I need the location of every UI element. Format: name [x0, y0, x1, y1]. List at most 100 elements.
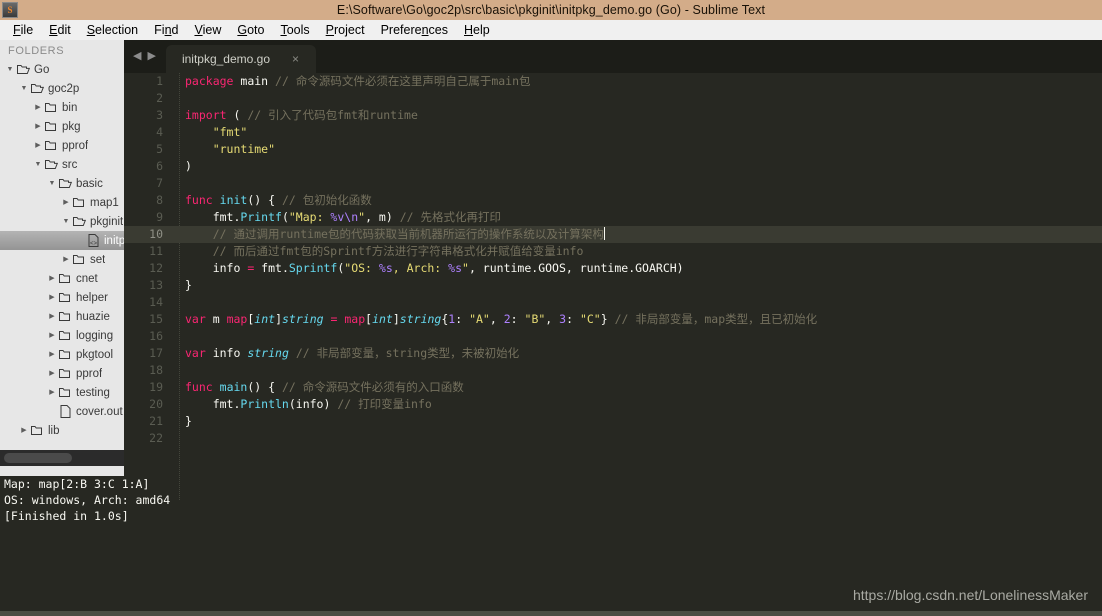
- code-content[interactable]: package main // 命令源码文件必须在这里声明自己属于main包 i…: [171, 73, 1102, 500]
- code-line[interactable]: info = fmt.Sprintf("OS: %s, Arch: %s", r…: [171, 260, 1102, 277]
- chevron-right-icon[interactable]: [60, 256, 72, 263]
- scrollbar-thumb[interactable]: [4, 453, 72, 463]
- code-line[interactable]: ): [171, 158, 1102, 175]
- code-line[interactable]: [171, 175, 1102, 192]
- tree-item-set[interactable]: set: [0, 250, 124, 269]
- menu-bar: File Edit Selection Find View Goto Tools Projec…: [0, 20, 1102, 40]
- tree-item-huazie[interactable]: huazie: [0, 307, 124, 326]
- tree-item-testing[interactable]: testing: [0, 383, 124, 402]
- code-line[interactable]: [171, 430, 1102, 447]
- chevron-right-icon[interactable]: [46, 351, 58, 358]
- menu-find[interactable]: Find: [146, 22, 186, 38]
- code-line[interactable]: "runtime": [171, 141, 1102, 158]
- tree-item-label: logging: [76, 329, 114, 342]
- chevron-right-icon[interactable]: [46, 313, 58, 320]
- code-line[interactable]: [171, 328, 1102, 345]
- menu-file[interactable]: File: [5, 22, 41, 38]
- tree-item-pkgtool[interactable]: pkgtool: [0, 345, 124, 364]
- folder-closed-icon: [44, 140, 59, 151]
- folder-open-icon: [44, 159, 59, 170]
- token-str: "B": [524, 312, 546, 326]
- code-line[interactable]: [171, 362, 1102, 379]
- tree-item-go[interactable]: Go: [0, 60, 124, 79]
- tab-initpkg-demo[interactable]: initpkg_demo.go ×: [165, 45, 316, 73]
- chevron-right-icon[interactable]: [32, 142, 44, 149]
- code-line[interactable]: }: [171, 277, 1102, 294]
- tree-item-label: pkg: [62, 120, 81, 133]
- tree-item-bin[interactable]: bin: [0, 98, 124, 117]
- tree-item-map1[interactable]: map1: [0, 193, 124, 212]
- code-line[interactable]: package main // 命令源码文件必须在这里声明自己属于main包: [171, 73, 1102, 90]
- tree-item-pkginit[interactable]: pkginit: [0, 212, 124, 231]
- watermark: https://blog.csdn.net/LonelinessMaker: [852, 587, 1088, 603]
- token-plain: ,: [545, 312, 560, 326]
- token-cmt: // 包初始化函数: [281, 193, 372, 207]
- code-line[interactable]: // 而后通过fmt包的Sprintf方法进行字符串格式化并赋值给变量info: [171, 243, 1102, 260]
- token-kw: map: [344, 312, 366, 326]
- chevron-right-icon[interactable]: [32, 123, 44, 130]
- tree-item-pprof[interactable]: pprof: [0, 136, 124, 155]
- chevron-down-icon[interactable]: [46, 180, 58, 187]
- chevron-right-icon[interactable]: [46, 332, 58, 339]
- tree-item-label: cover.out: [76, 405, 123, 418]
- menu-view[interactable]: View: [186, 22, 229, 38]
- next-tab-icon[interactable]: ▶: [144, 51, 158, 62]
- tree-item-cnet[interactable]: cnet: [0, 269, 124, 288]
- menu-tools[interactable]: Tools: [272, 22, 317, 38]
- menu-help[interactable]: Help: [456, 22, 498, 38]
- chevron-right-icon[interactable]: [46, 389, 58, 396]
- prev-tab-icon[interactable]: ◀: [130, 51, 144, 62]
- chevron-right-icon[interactable]: [60, 199, 72, 206]
- token-plain: ]: [392, 312, 400, 326]
- chevron-down-icon[interactable]: [60, 218, 72, 225]
- menu-edit[interactable]: Edit: [41, 22, 79, 38]
- menu-project[interactable]: Project: [318, 22, 373, 38]
- tree-item-helper[interactable]: helper: [0, 288, 124, 307]
- line-number: 19: [149, 380, 163, 394]
- code-line[interactable]: var m map[int]string = map[int]string{1:…: [171, 311, 1102, 328]
- chevron-right-icon[interactable]: [46, 370, 58, 377]
- code-line[interactable]: func init() { // 包初始化函数: [171, 192, 1102, 209]
- chevron-right-icon[interactable]: [46, 294, 58, 301]
- tree-item-lib[interactable]: lib: [0, 421, 124, 440]
- close-icon[interactable]: ×: [292, 53, 299, 65]
- code-line[interactable]: "fmt": [171, 124, 1102, 141]
- chevron-down-icon[interactable]: [18, 85, 30, 92]
- code-line[interactable]: import ( // 引入了代码包fmt和runtime: [171, 107, 1102, 124]
- sidebar-horizontal-scrollbar[interactable]: [0, 450, 124, 466]
- token-cmt: // 先格式化再打印: [399, 210, 501, 224]
- tree-item-goc2p[interactable]: goc2p: [0, 79, 124, 98]
- code-line[interactable]: func main() { // 命令源码文件必须有的入口函数: [171, 379, 1102, 396]
- code-line[interactable]: fmt.Println(info) // 打印变量info: [171, 396, 1102, 413]
- tree-item-basic[interactable]: basic: [0, 174, 124, 193]
- chevron-right-icon[interactable]: [32, 104, 44, 111]
- menu-selection[interactable]: Selection: [79, 22, 146, 38]
- chevron-right-icon[interactable]: [18, 427, 30, 434]
- tree-item-initpkg[interactable]: <> initpkg: [0, 231, 124, 250]
- code-line[interactable]: // 通过调用runtime包的代码获取当前机器所运行的操作系统以及计算架构: [171, 226, 1102, 243]
- code-viewport[interactable]: 1 2 3 4 5 6 7 8 9 10 11 12 13 14 15 16 17 18 19 20 21 22 pack…: [124, 73, 1102, 500]
- chevron-down-icon[interactable]: [32, 161, 44, 168]
- chevron-right-icon[interactable]: [46, 275, 58, 282]
- line-number: 15: [149, 312, 163, 326]
- code-line[interactable]: var info string // 非局部变量，string类型，未被初始化: [171, 345, 1102, 362]
- code-line[interactable]: [171, 90, 1102, 107]
- tree-item-pprof[interactable]: pprof: [0, 364, 124, 383]
- menu-goto[interactable]: Goto: [229, 22, 272, 38]
- token-plain: , runtime.GOOS, runtime.GOARCH): [468, 261, 684, 275]
- console-line: [Finished in 1.0s]: [4, 509, 129, 523]
- menu-preferences[interactable]: Preferences: [373, 22, 456, 38]
- code-line[interactable]: }: [171, 413, 1102, 430]
- tree-item-label: initpkg: [104, 234, 124, 247]
- tree-item-src[interactable]: src: [0, 155, 124, 174]
- chevron-down-icon[interactable]: [4, 66, 16, 73]
- tree-item-cover-out[interactable]: cover.out: [0, 402, 124, 421]
- code-line[interactable]: [171, 294, 1102, 311]
- code-line[interactable]: fmt.Printf("Map: %v\n", m) // 先格式化再打印: [171, 209, 1102, 226]
- console-line: OS: windows, Arch: amd64: [4, 493, 171, 507]
- token-fn: Printf: [240, 210, 282, 224]
- tree-item-logging[interactable]: logging: [0, 326, 124, 345]
- tree-item-pkg[interactable]: pkg: [0, 117, 124, 136]
- tab-label: initpkg_demo.go: [181, 52, 270, 66]
